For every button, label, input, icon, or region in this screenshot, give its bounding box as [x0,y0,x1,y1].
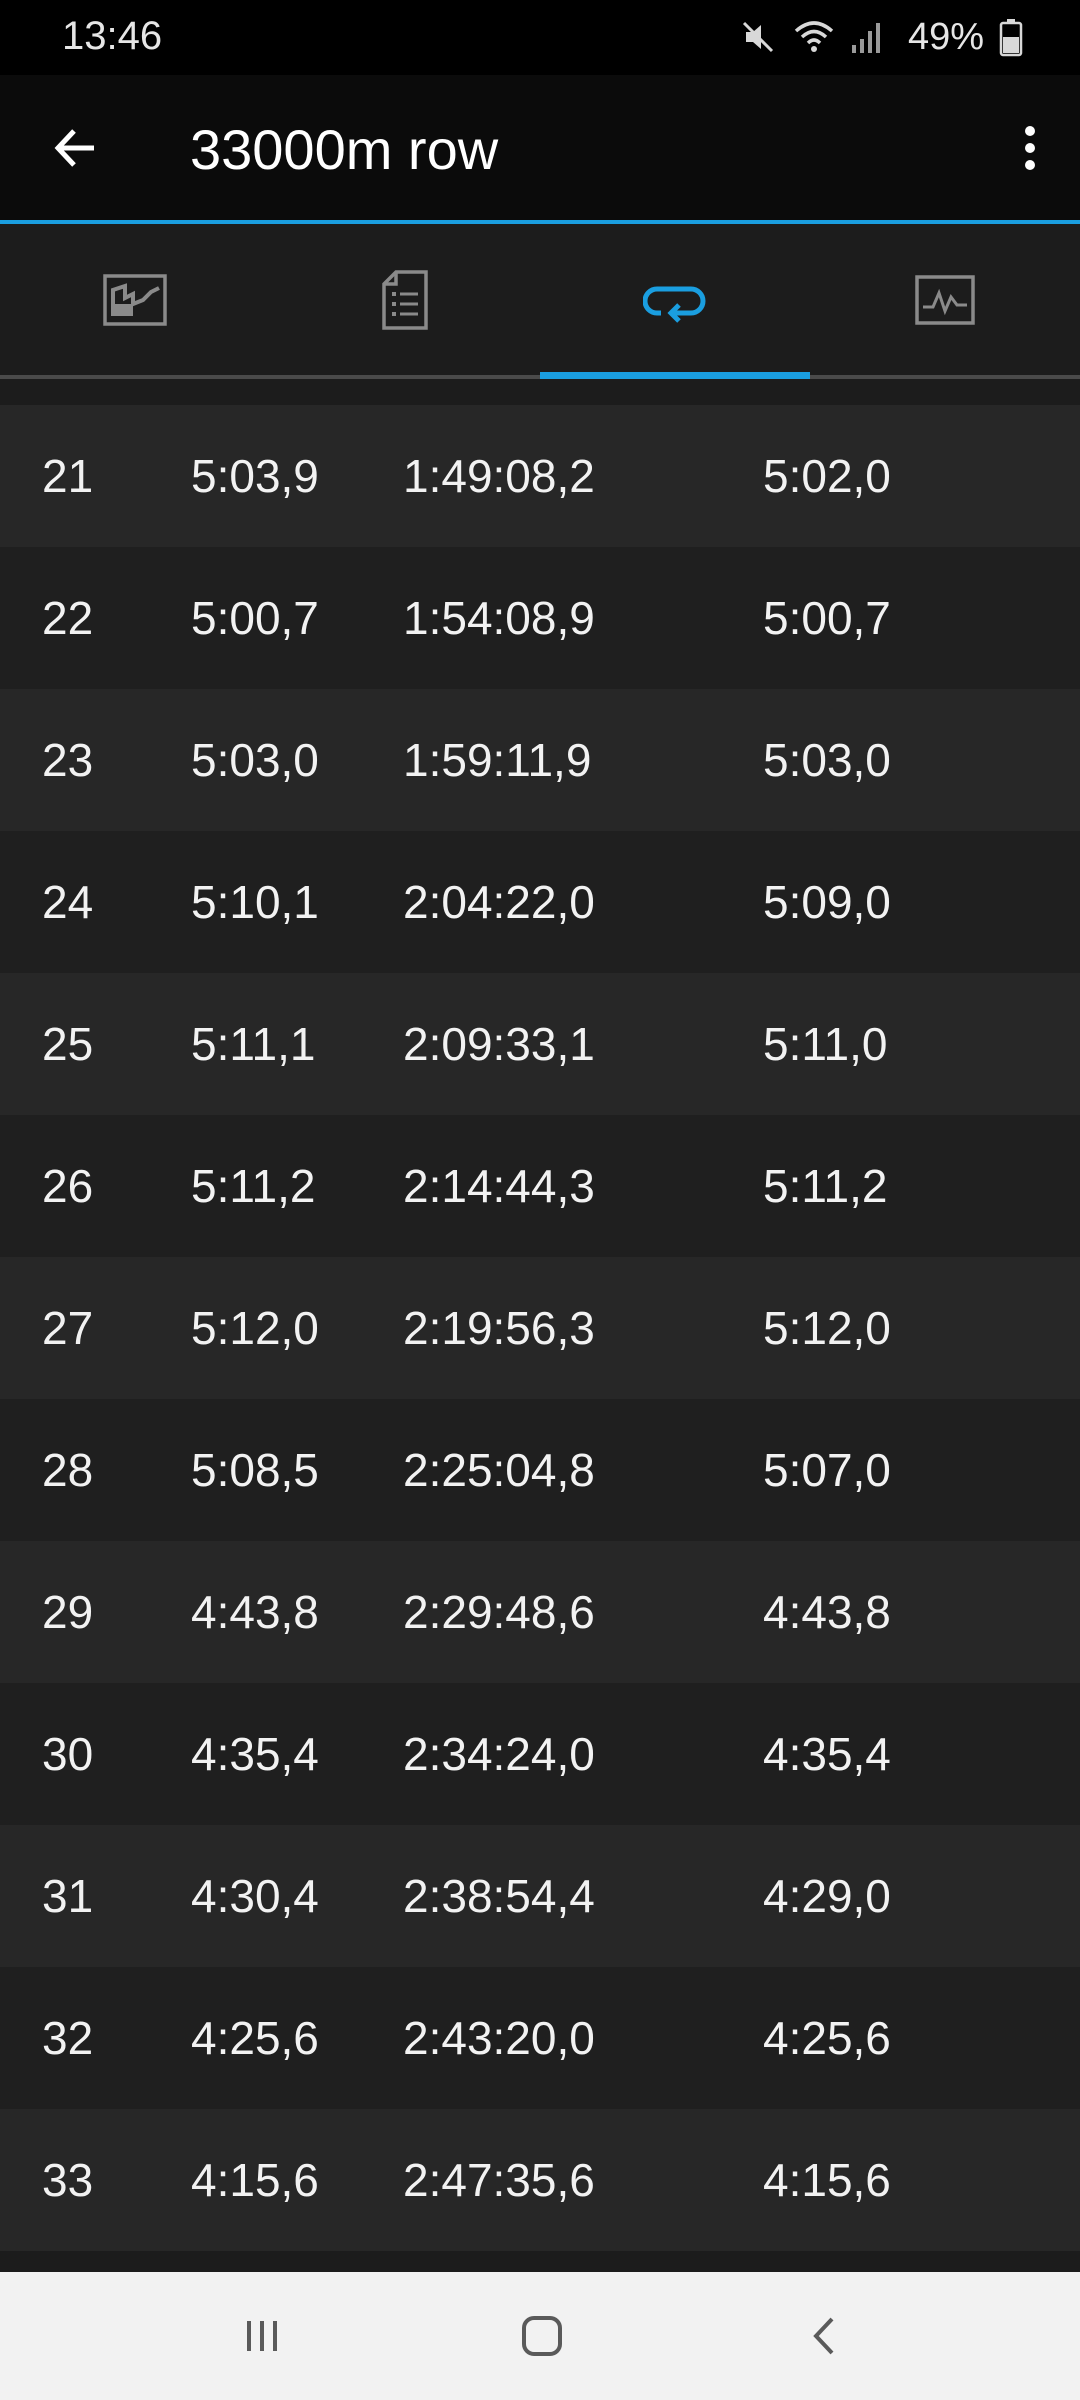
lap-time: 5:12,0 [191,1302,319,1354]
recent-apps-icon [247,2321,277,2351]
wifi-icon [792,17,834,57]
app-bar: 33000m row [0,75,1080,224]
lap-row[interactable]: 26 5:11,2 2:14:44,3 5:11,2 [0,1115,1080,1257]
lap-number: 33 [42,2154,94,2206]
lap-time: 5:03,0 [191,734,319,786]
lap-row[interactable]: 32 4:25,6 2:43:20,0 4:25,6 [0,1967,1080,2109]
back-icon [813,2317,834,2355]
lap-pace: 5:11,2 [763,1160,888,1212]
lap-time: 5:00,7 [191,592,319,644]
recent-apps-button[interactable] [222,2296,302,2376]
cumulative-time: 2:19:56,3 [403,1302,595,1354]
lap-time: 5:11,2 [191,1160,316,1212]
lap-pace: 4:43,8 [763,1586,891,1638]
lap-number: 28 [42,1444,94,1496]
more-options-button[interactable] [1000,113,1060,183]
graph-icon [915,274,975,325]
lap-number: 25 [42,1018,94,1070]
lap-pace: 4:29,0 [763,1870,891,1922]
lap-row[interactable]: 33 4:15,6 2:47:35,6 4:15,6 [0,2109,1080,2251]
tab-bar [0,224,1080,379]
tab-details[interactable] [270,224,540,375]
lap-number: 22 [42,592,94,644]
lap-time: 5:03,9 [191,450,319,502]
lap-pace: 5:07,0 [763,1444,891,1496]
lap-pace: 5:12,0 [763,1302,891,1354]
lap-row[interactable]: 29 4:43,8 2:29:48,6 4:43,8 [0,1541,1080,1683]
lap-number: 32 [42,2012,94,2064]
lap-time: 4:25,6 [191,2012,319,2064]
lap-pace: 4:35,4 [763,1728,891,1780]
cumulative-time: 2:38:54,4 [403,1870,595,1922]
tab-laps[interactable] [540,224,810,379]
lap-number: 21 [42,450,94,502]
lap-row[interactable]: 28 5:08,5 2:25:04,8 5:07,0 [0,1399,1080,1541]
lap-row[interactable]: 25 5:11,1 2:09:33,1 5:11,0 [0,973,1080,1115]
cumulative-time: 2:14:44,3 [403,1160,595,1212]
lap-time: 4:35,4 [191,1728,319,1780]
lap-pace: 5:11,0 [763,1018,888,1070]
nav-back-button[interactable] [785,2296,865,2376]
cumulative-time: 2:34:24,0 [403,1728,595,1780]
status-time: 13:46 [62,14,163,58]
lap-row[interactable]: 27 5:12,0 2:19:56,3 5:12,0 [0,1257,1080,1399]
summary-map-icon [103,273,167,326]
battery-percent: 49% [907,15,984,58]
cumulative-time: 2:47:35,6 [403,2154,595,2206]
lap-time: 4:30,4 [191,1870,319,1922]
lap-row[interactable]: 30 4:35,4 2:34:24,0 4:35,4 [0,1683,1080,1825]
tab-summary[interactable] [0,224,270,375]
cumulative-time: 2:43:20,0 [403,2012,595,2064]
lap-row[interactable]: 23 5:03,0 1:59:11,9 5:03,0 [0,689,1080,831]
tab-graphs[interactable] [810,224,1080,375]
lap-row[interactable]: 24 5:10,1 2:04:22,0 5:09,0 [0,831,1080,973]
lap-pace: 4:25,6 [763,2012,891,2064]
cumulative-time: 1:59:11,9 [403,734,592,786]
lap-number: 30 [42,1728,94,1780]
lap-number: 24 [42,876,94,928]
cumulative-time: 2:25:04,8 [403,1444,595,1496]
home-button[interactable] [502,2296,582,2376]
lap-time: 4:43,8 [191,1586,319,1638]
system-nav-bar [0,2272,1080,2400]
status-bar: 13:46 49% [0,0,1080,75]
details-list-icon [382,269,428,330]
lap-pace: 4:15,6 [763,2154,891,2206]
lap-pace: 5:03,0 [763,734,891,786]
cumulative-time: 1:49:08,2 [403,450,595,502]
lap-time: 4:15,6 [191,2154,319,2206]
lap-row[interactable]: 22 5:00,7 1:54:08,9 5:00,7 [0,547,1080,689]
lap-number: 23 [42,734,94,786]
lap-time: 5:10,1 [191,876,319,928]
battery-icon [998,17,1024,57]
back-button[interactable] [40,113,110,183]
lap-row[interactable]: 31 4:30,4 2:38:54,4 4:29,0 [0,1825,1080,1967]
cumulative-time: 2:29:48,6 [403,1586,595,1638]
cumulative-time: 2:09:33,1 [403,1018,595,1070]
lap-number: 29 [42,1586,94,1638]
laps-list[interactable]: 21 5:03,9 1:49:08,2 5:02,0 22 5:00,7 1:54:08,9… [0,379,1080,2272]
status-icons: 49% [738,12,1024,62]
lap-pace: 5:00,7 [763,592,891,644]
lap-number: 31 [42,1870,94,1922]
lap-number: 26 [42,1160,94,1212]
more-vert-icon [1025,126,1035,170]
lap-time: 5:08,5 [191,1444,319,1496]
signal-icon [846,17,886,57]
cumulative-time: 1:54:08,9 [403,592,595,644]
lap-pace: 5:02,0 [763,450,891,502]
laps-loop-icon [643,286,706,323]
home-icon [522,2316,562,2356]
lap-row[interactable]: 21 5:03,9 1:49:08,2 5:02,0 [0,405,1080,547]
lap-time: 5:11,1 [191,1018,316,1070]
cumulative-time: 2:04:22,0 [403,876,595,928]
mute-icon [738,17,778,57]
lap-number: 27 [42,1302,94,1354]
lap-pace: 5:09,0 [763,876,891,928]
arrow-left-icon [54,129,94,167]
page-title: 33000m row [190,118,499,181]
